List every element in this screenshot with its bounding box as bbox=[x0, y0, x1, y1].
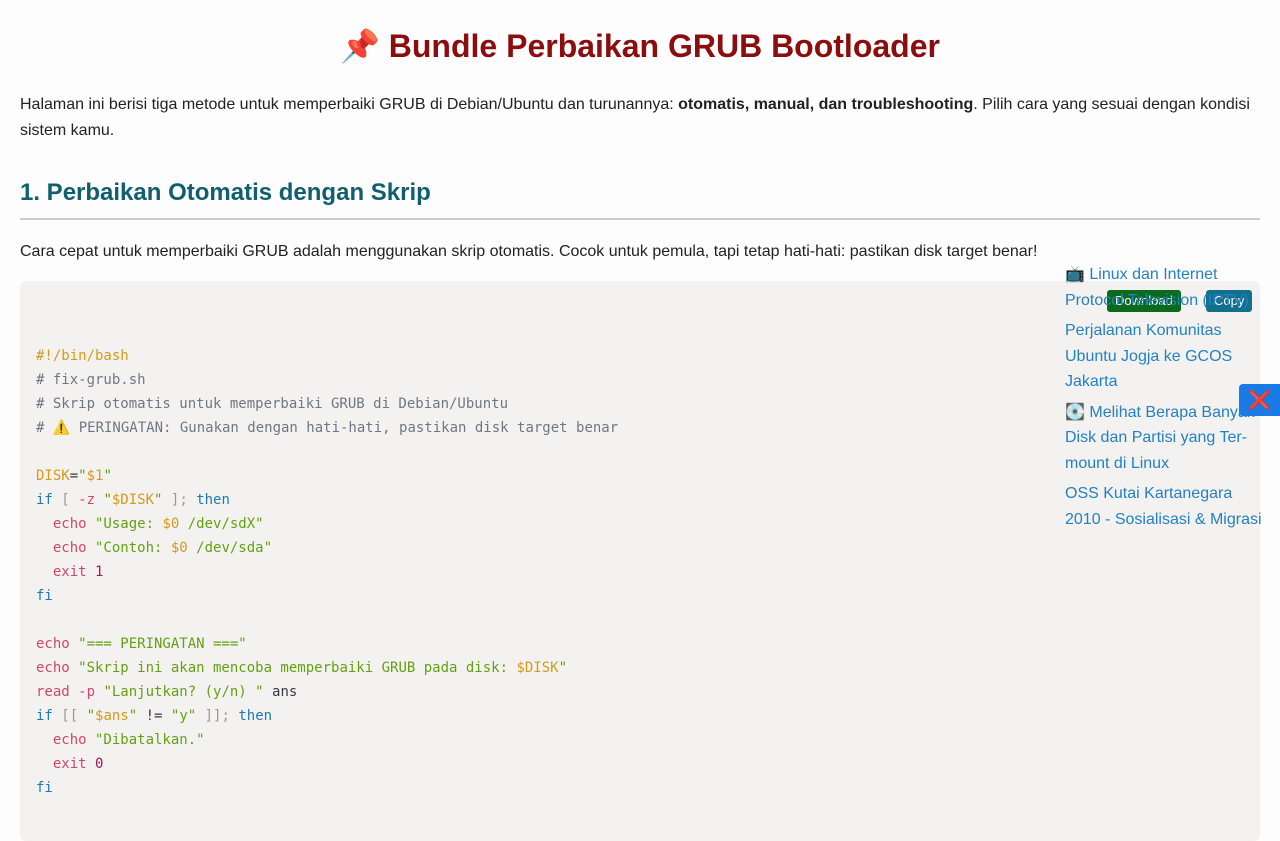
code-line: echo "Skrip ini akan mencoba memperbaiki… bbox=[36, 660, 568, 676]
close-related-button[interactable]: ❌ bbox=[1239, 384, 1280, 416]
intro-paragraph: Halaman ini berisi tiga metode untuk mem… bbox=[20, 92, 1260, 144]
code-line: echo "Usage: $0 /dev/sdX" bbox=[52, 516, 264, 532]
code-line: echo "Dibatalkan." bbox=[52, 732, 205, 748]
code-line: # fix-grub.sh bbox=[36, 372, 146, 388]
code-line: DISK="$1" bbox=[36, 468, 112, 484]
code-line: if [[ "$ans" != "y" ]]; then bbox=[36, 708, 273, 724]
code-line: exit 1 bbox=[52, 564, 104, 580]
code-line: #!/bin/bash bbox=[36, 348, 129, 364]
related-link-ubuntu-jogja[interactable]: Perjalanan Komunitas Ubuntu Jogja ke GCO… bbox=[1065, 318, 1270, 395]
code-line: echo "Contoh: $0 /dev/sda" bbox=[52, 540, 273, 556]
code-line: # ⚠️ PERINGATAN: Gunakan dengan hati-hat… bbox=[36, 420, 619, 436]
code-line: echo "=== PERINGATAN ===" bbox=[36, 636, 247, 652]
code-line: read -p "Lanjutkan? (y/n) " ans bbox=[36, 684, 298, 700]
code-line: fi bbox=[36, 780, 53, 796]
intro-text: Halaman ini berisi tiga metode untuk mem… bbox=[20, 96, 679, 113]
section-heading-auto-fix: 1. Perbaikan Otomatis dengan Skrip bbox=[20, 178, 1260, 220]
code-line: exit 0 bbox=[52, 756, 104, 772]
intro-bold-methods: otomatis, manual, dan troubleshooting bbox=[678, 96, 974, 113]
related-link-iptv[interactable]: 📺 Linux dan Internet Protocol Television… bbox=[1065, 262, 1270, 313]
code-line: if [ -z "$DISK" ]; then bbox=[36, 492, 230, 508]
code-line: # Skrip otomatis untuk memperbaiki GRUB … bbox=[36, 396, 509, 412]
related-link-oss-kutai[interactable]: OSS Kutai Kartanegara 2010 - Sosialisasi… bbox=[1065, 481, 1270, 532]
close-icon: ❌ bbox=[1248, 390, 1272, 410]
page-title: 📌 Bundle Perbaikan GRUB Bootloader bbox=[340, 28, 940, 64]
code-line: fi bbox=[36, 588, 53, 604]
section-lead: Cara cepat untuk memperbaiki GRUB adalah… bbox=[20, 243, 1038, 260]
